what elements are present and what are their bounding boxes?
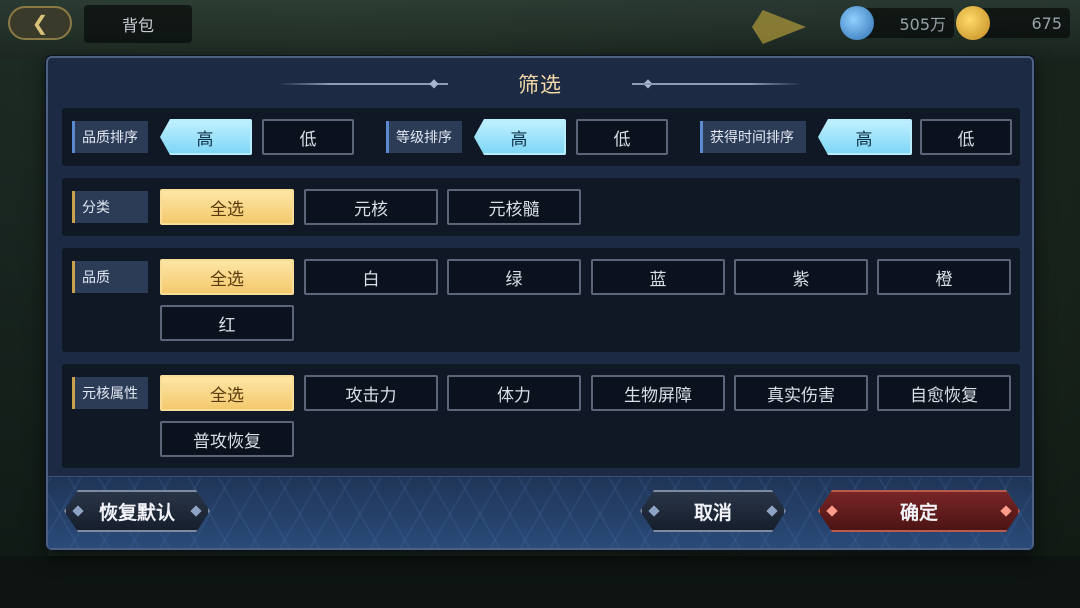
blue-gem-icon <box>840 6 874 40</box>
quality-orange-button[interactable]: 橙 <box>877 259 1011 295</box>
sort-label-level: 等级排序 <box>386 121 462 153</box>
back-arrow-icon: ❮ <box>31 11 49 35</box>
attribute-label: 元核属性 <box>72 377 148 409</box>
filter-dialog: ◆ 筛选 ◆ 品质排序 高 低 等级排序 高 低 获得时间排序 高 低 分类 全… <box>46 56 1034 550</box>
category-section: 分类 全选 元核 元核髓 <box>62 178 1020 236</box>
attribute-true-damage-button[interactable]: 真实伤害 <box>734 375 868 411</box>
category-all-button[interactable]: 全选 <box>160 189 294 225</box>
diamond-right-icon <box>190 505 201 516</box>
reset-default-label: 恢复默认 <box>98 501 175 524</box>
cancel-button[interactable]: 取消 <box>640 490 786 532</box>
attribute-self-heal-button[interactable]: 自愈恢复 <box>877 375 1011 411</box>
sort-level-high-button[interactable]: 高 <box>474 119 566 155</box>
side-panel <box>0 60 48 608</box>
quality-red-button[interactable]: 红 <box>160 305 294 341</box>
category-core-marrow-button[interactable]: 元核髓 <box>447 189 581 225</box>
quality-purple-button[interactable]: 紫 <box>734 259 868 295</box>
confirm-label: 确定 <box>899 501 938 524</box>
sort-time-high-button[interactable]: 高 <box>818 119 912 155</box>
attribute-section: 元核属性 全选 攻击力 体力 生物屏障 真实伤害 自愈恢复 普攻恢复 <box>62 364 1020 468</box>
diamond-left-icon <box>826 505 837 516</box>
sort-label-time: 获得时间排序 <box>700 121 806 153</box>
diamond-left-icon <box>648 505 659 516</box>
quality-label: 品质 <box>72 261 148 293</box>
attribute-attack-heal-button[interactable]: 普攻恢复 <box>160 421 294 457</box>
back-button[interactable]: ❮ <box>8 6 72 40</box>
diamond-right-icon <box>766 505 777 516</box>
sort-quality-high-button[interactable]: 高 <box>160 119 252 155</box>
diamond-right-icon <box>1000 505 1011 516</box>
category-core-button[interactable]: 元核 <box>304 189 438 225</box>
resource-coins-value: 675 <box>1031 13 1062 33</box>
bag-title: 背包 <box>84 5 192 43</box>
confirm-button[interactable]: 确定 <box>818 490 1020 532</box>
quality-section: 品质 全选 白 绿 蓝 紫 橙 红 <box>62 248 1020 352</box>
reset-default-button[interactable]: 恢复默认 <box>64 490 210 532</box>
resource-gems-value: 505万 <box>899 15 946 34</box>
gold-coin-icon <box>956 6 990 40</box>
attribute-all-button[interactable]: 全选 <box>160 375 294 411</box>
diamond-left-icon <box>72 505 83 516</box>
sort-label-quality: 品质排序 <box>72 121 148 153</box>
sort-section: 品质排序 高 低 等级排序 高 低 获得时间排序 高 低 <box>62 108 1020 166</box>
resource-gems[interactable]: 505万 <box>840 6 954 40</box>
quality-all-button[interactable]: 全选 <box>160 259 294 295</box>
quality-white-button[interactable]: 白 <box>304 259 438 295</box>
attribute-bio-barrier-button[interactable]: 生物屏障 <box>591 375 725 411</box>
attribute-stamina-button[interactable]: 体力 <box>447 375 581 411</box>
attribute-attack-button[interactable]: 攻击力 <box>304 375 438 411</box>
quality-blue-button[interactable]: 蓝 <box>591 259 725 295</box>
quality-green-button[interactable]: 绿 <box>447 259 581 295</box>
resource-coins[interactable]: 675 <box>956 6 1070 40</box>
category-label: 分类 <box>72 191 148 223</box>
sort-time-low-button[interactable]: 低 <box>920 119 1012 155</box>
sort-quality-low-button[interactable]: 低 <box>262 119 354 155</box>
cancel-label: 取消 <box>693 501 732 524</box>
bottom-strip <box>0 556 1080 608</box>
sort-level-low-button[interactable]: 低 <box>576 119 668 155</box>
title-ornament-right <box>632 83 802 85</box>
dialog-title: 筛选 <box>518 73 562 97</box>
